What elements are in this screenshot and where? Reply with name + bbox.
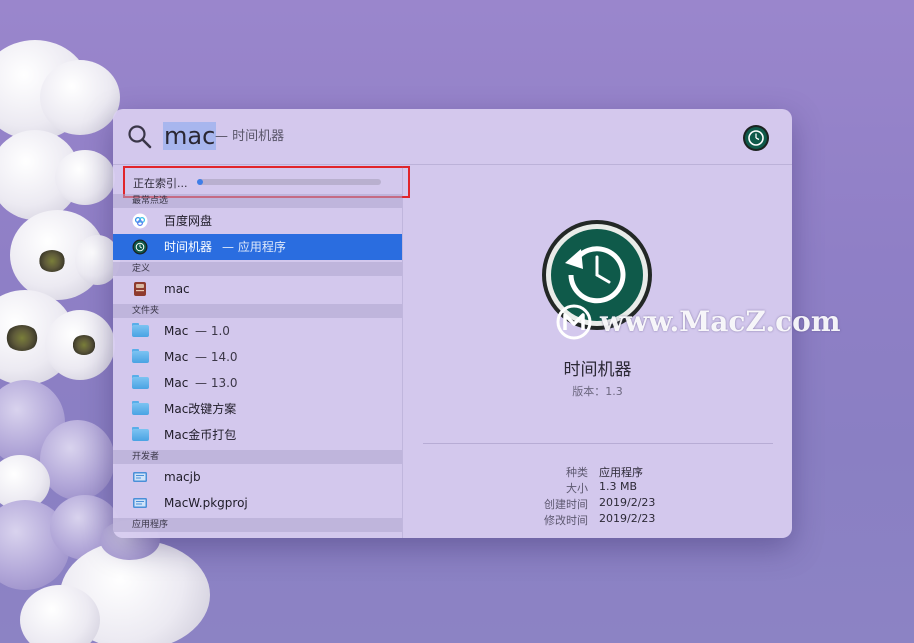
time-machine-icon [132, 239, 148, 255]
results-list: 正在索引... 最常点选 百度网盘 时间机器 — 应用程序 定义 mac 文件夹… [113, 166, 410, 538]
result-item-label: Mac [164, 324, 189, 338]
search-completion-hint: — 时间机器 [215, 129, 285, 144]
result-item-label: macjb [164, 470, 201, 484]
result-item-folder-mac-13[interactable]: Mac — 13.0 [113, 370, 402, 396]
meta-key-kind: 种类 [566, 466, 588, 479]
search-input[interactable]: mac [163, 122, 217, 150]
folder-icon [132, 349, 149, 363]
result-item-macjb[interactable]: macjb [113, 464, 402, 490]
meta-value-kind: 应用程序 [599, 466, 643, 479]
result-item-folder-coin-pack[interactable]: Mac金币打包 [113, 422, 402, 448]
result-item-version: — 14.0 [195, 350, 238, 364]
package-project-icon [133, 498, 147, 508]
xcode-project-icon [133, 472, 147, 482]
preview-separator [423, 443, 773, 444]
section-header-folders: 文件夹 [113, 304, 402, 318]
section-header-applications: 应用程序 [113, 518, 402, 532]
result-item-label: Mac [164, 376, 189, 390]
result-item-version: — 1.0 [195, 324, 230, 338]
result-item-macw-pkgproj[interactable]: MacW.pkgproj [113, 490, 402, 516]
folder-icon [132, 427, 149, 441]
result-item-label: 百度网盘 [164, 214, 213, 228]
macz-logo-icon [556, 304, 592, 339]
meta-key-created: 创建时间 [544, 498, 588, 511]
preview-app-version: 版本：1.3 [572, 385, 623, 398]
site-watermark: www.MacZ.com [556, 303, 840, 343]
result-item-folder-mac-14[interactable]: Mac — 14.0 [113, 344, 402, 370]
section-header-developer: 开发者 [113, 450, 402, 464]
indexing-progress-fill [197, 179, 203, 185]
folder-icon [132, 323, 149, 337]
watermark-text: www.MacZ.com [600, 305, 841, 338]
meta-value-modified: 2019/2/23 [599, 512, 656, 525]
search-icon [128, 125, 152, 149]
result-item-kind: — 应用程序 [222, 240, 286, 254]
meta-key-size: 大小 [566, 482, 588, 495]
indexing-label: 正在索引... [133, 177, 188, 190]
result-item-time-machine[interactable]: 时间机器 — 应用程序 [113, 234, 402, 260]
meta-key-modified: 修改时间 [544, 514, 588, 527]
section-header-definition: 定义 [113, 262, 402, 276]
dictionary-icon [134, 282, 146, 296]
result-item-label: Mac改键方案 [164, 402, 237, 416]
time-machine-icon [743, 125, 769, 151]
folder-icon [132, 375, 149, 389]
preview-app-name: 时间机器 [563, 360, 632, 380]
section-header-top-hits: 最常点选 [113, 194, 402, 208]
result-item-definition-mac[interactable]: mac [113, 276, 402, 302]
meta-value-size: 1.3 MB [599, 480, 638, 493]
result-item-baidu-netdisk[interactable]: 百度网盘 [113, 208, 402, 234]
result-item-label: 时间机器 [164, 240, 213, 254]
baidu-netdisk-icon [132, 213, 148, 229]
result-item-label: Mac [164, 350, 189, 364]
preview-pane: 时间机器 版本：1.3 种类 应用程序 大小 1.3 MB 创建时间 2019/… [403, 166, 792, 538]
result-item-folder-keymap[interactable]: Mac改键方案 [113, 396, 402, 422]
folder-icon [132, 401, 149, 415]
meta-value-created: 2019/2/23 [599, 496, 656, 509]
indexing-progress-bar [197, 179, 381, 185]
search-bar[interactable]: mac — 时间机器 [113, 109, 792, 165]
result-item-version: — 13.0 [195, 376, 238, 390]
result-item-label: MacW.pkgproj [164, 496, 248, 510]
result-item-label: mac [164, 282, 190, 296]
result-item-label: Mac金币打包 [164, 428, 237, 442]
result-item-folder-mac-1[interactable]: Mac — 1.0 [113, 318, 402, 344]
